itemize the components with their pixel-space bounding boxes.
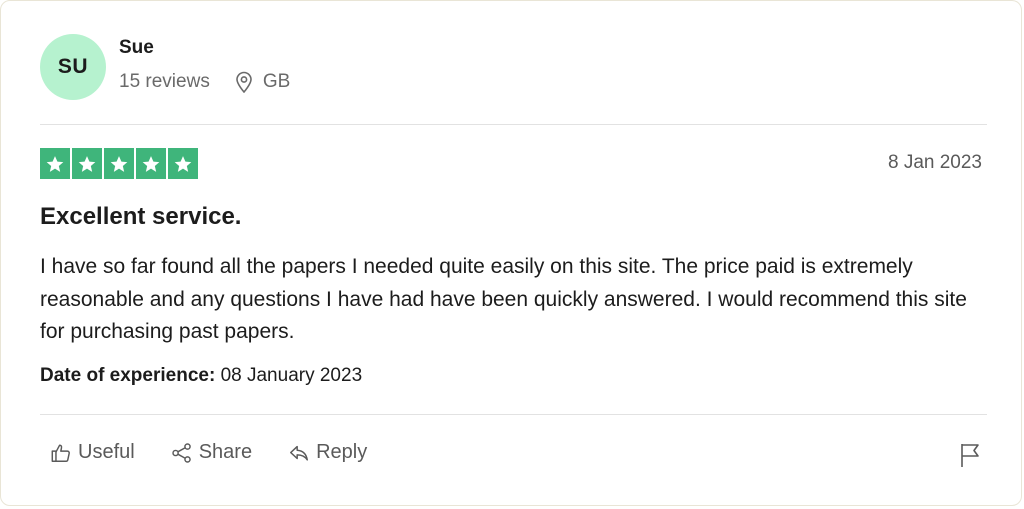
experience-value: 08 January 2023 [220, 365, 363, 386]
review-title[interactable]: Excellent service. [40, 203, 241, 231]
share-button[interactable]: Share [171, 441, 252, 464]
star-icon [40, 148, 70, 179]
useful-label: Useful [78, 441, 135, 463]
reviewer-meta: 15 reviews GB [119, 71, 290, 93]
star-icon [168, 148, 198, 179]
star-icon [136, 148, 166, 179]
location-label: GB [262, 71, 291, 92]
share-icon [171, 442, 191, 463]
reviewer-name[interactable]: Sue [119, 37, 154, 59]
reviewer-location: GB [235, 71, 290, 93]
review-actions: Useful Share Reply [50, 441, 403, 464]
share-label: Share [198, 441, 253, 463]
location-pin-icon [236, 71, 252, 93]
reply-label: Reply [316, 441, 368, 463]
star-icon [104, 148, 134, 179]
star-rating [40, 148, 198, 179]
avatar[interactable]: SU [40, 34, 106, 100]
review-card: SU Sue 15 reviews GB 8 Jan 2023 Excellen… [0, 0, 1022, 506]
thumbs-up-icon [51, 443, 70, 462]
review-date: 8 Jan 2023 [887, 152, 982, 173]
report-button[interactable] [959, 442, 981, 473]
experience-label: Date of experience: [40, 365, 216, 386]
star-icon [72, 148, 102, 179]
reply-button[interactable]: Reply [288, 441, 367, 464]
reply-icon [290, 445, 309, 461]
divider [40, 414, 987, 415]
review-body: I have so far found all the papers I nee… [40, 255, 967, 343]
useful-button[interactable]: Useful [50, 441, 135, 464]
date-of-experience: Date of experience: 08 January 2023 [40, 365, 362, 387]
flag-icon [961, 444, 979, 467]
reviews-count: 15 reviews [119, 71, 210, 92]
divider [40, 124, 987, 125]
